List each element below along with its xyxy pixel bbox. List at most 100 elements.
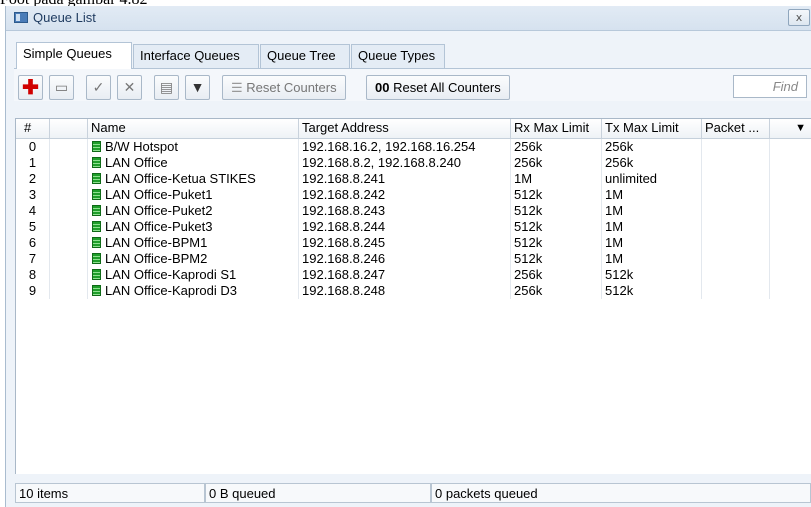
column-header-packet[interactable]: Packet ... (702, 119, 770, 138)
close-icon: ⅹ (795, 12, 803, 24)
enable-button[interactable]: ✓ (86, 75, 111, 100)
disable-button[interactable]: ✕ (117, 75, 142, 100)
table-row[interactable]: 5 LAN Office-Puket3 192.168.8.244 512k 1M (16, 219, 811, 235)
row-name-cell: LAN Office-Puket3 (88, 219, 299, 235)
row-target-address: 192.168.16.2, 192.168.16.254 (299, 139, 511, 155)
tab-interface-queues[interactable]: Interface Queues (133, 44, 259, 68)
window-title: Queue List (33, 10, 96, 25)
row-name-cell: LAN Office-Kaprodi S1 (88, 267, 299, 283)
row-rx-max-limit: 512k (511, 203, 602, 219)
plus-icon: ✚ (22, 77, 39, 99)
row-target-address: 192.168.8.242 (299, 187, 511, 203)
row-name: LAN Office-BPM1 (105, 235, 208, 250)
status-packets-queued: 0 packets queued (431, 483, 811, 503)
row-name-cell: LAN Office-Ketua STIKES (88, 171, 299, 187)
comment-icon: ▤ (159, 79, 174, 95)
row-number: 6 (16, 235, 50, 251)
reset-icon: ☰ (231, 80, 243, 95)
row-name-cell: LAN Office-BPM1 (88, 235, 299, 251)
table-row[interactable]: 4 LAN Office-Puket2 192.168.8.243 512k 1M (16, 203, 811, 219)
table-row[interactable]: 6 LAN Office-BPM1 192.168.8.245 512k 1M (16, 235, 811, 251)
column-header-number[interactable]: # (16, 119, 50, 138)
remove-button[interactable]: ▭ (49, 75, 74, 100)
column-header-flags[interactable] (50, 119, 88, 138)
toolbar: ✚ ▭ ✓ ✕ ▤ ▼ ☰ Reset Counters 00 Reset Al… (14, 68, 811, 101)
comment-button[interactable]: ▤ (154, 75, 179, 100)
simple-queue-icon (92, 189, 101, 200)
row-flags (50, 187, 88, 203)
row-tx-max-limit: 1M (602, 235, 702, 251)
table-header: # Name Target Address Rx Max Limit Tx Ma… (16, 119, 811, 139)
simple-queue-icon (92, 269, 101, 280)
table-row[interactable]: 2 LAN Office-Ketua STIKES 192.168.8.241 1M u… (16, 171, 811, 187)
add-button[interactable]: ✚ (18, 75, 43, 100)
row-flags (50, 219, 88, 235)
simple-queue-icon (92, 205, 101, 216)
row-name-cell: LAN Office (88, 155, 299, 171)
row-name-cell: LAN Office-Puket2 (88, 203, 299, 219)
row-flags (50, 171, 88, 187)
status-item-count: 10 items (15, 483, 205, 503)
row-target-address: 192.168.8.248 (299, 283, 511, 299)
table-row[interactable]: 0 B/W Hotspot 192.168.16.2, 192.168.16.254… (16, 139, 811, 155)
filter-icon: ▼ (190, 79, 205, 95)
row-target-address: 192.168.8.241 (299, 171, 511, 187)
window-icon (14, 12, 28, 23)
row-flags (50, 203, 88, 219)
row-rx-max-limit: 512k (511, 251, 602, 267)
tab-simple-queues[interactable]: Simple Queues (16, 42, 132, 69)
reset-all-counters-button[interactable]: 00 Reset All Counters (366, 75, 510, 100)
simple-queue-icon (92, 173, 101, 184)
table-row[interactable]: 3 LAN Office-Puket1 192.168.8.242 512k 1M (16, 187, 811, 203)
row-packet (702, 219, 770, 235)
column-header-target-address[interactable]: Target Address (299, 119, 511, 138)
find-input[interactable]: Find (733, 75, 807, 98)
cross-icon: ✕ (123, 79, 136, 95)
reset-counters-label: Reset Counters (246, 80, 337, 95)
row-name: LAN Office-Puket3 (105, 219, 213, 234)
row-tx-max-limit: 1M (602, 187, 702, 203)
tab-queue-types[interactable]: Queue Types (351, 44, 445, 68)
row-flags (50, 251, 88, 267)
row-rx-max-limit: 256k (511, 139, 602, 155)
row-packet (702, 139, 770, 155)
close-button[interactable]: ⅹ (788, 9, 810, 26)
row-tx-max-limit: 512k (602, 267, 702, 283)
title-bar: Queue List ⅹ (6, 6, 811, 31)
row-number: 0 (16, 139, 50, 155)
column-header-tx-max-limit[interactable]: Tx Max Limit (602, 119, 702, 138)
row-tx-max-limit: 256k (602, 139, 702, 155)
table-row[interactable]: 8 LAN Office-Kaprodi S1 192.168.8.247 256k 5… (16, 267, 811, 283)
row-number: 4 (16, 203, 50, 219)
row-tx-max-limit: 1M (602, 219, 702, 235)
reset-counters-button[interactable]: ☰ Reset Counters (222, 75, 346, 100)
row-packet (702, 203, 770, 219)
row-packet (702, 235, 770, 251)
table-row[interactable]: 7 LAN Office-BPM2 192.168.8.246 512k 1M (16, 251, 811, 267)
row-flags (50, 235, 88, 251)
row-rx-max-limit: 512k (511, 219, 602, 235)
row-target-address: 192.168.8.247 (299, 267, 511, 283)
row-tx-max-limit: 256k (602, 155, 702, 171)
row-target-address: 192.168.8.244 (299, 219, 511, 235)
row-rx-max-limit: 256k (511, 155, 602, 171)
table-row[interactable]: 9 LAN Office-Kaprodi D3 192.168.8.248 256k 5… (16, 283, 811, 299)
row-packet (702, 187, 770, 203)
column-header-name[interactable]: Name (88, 119, 299, 138)
column-menu[interactable]: ▼ (770, 119, 811, 138)
column-header-rx-max-limit[interactable]: Rx Max Limit (511, 119, 602, 138)
filter-button[interactable]: ▼ (185, 75, 210, 100)
tab-queue-tree[interactable]: Queue Tree (260, 44, 350, 68)
row-number: 5 (16, 219, 50, 235)
row-name-cell: LAN Office-Puket1 (88, 187, 299, 203)
row-flags (50, 267, 88, 283)
simple-queue-icon (92, 141, 101, 152)
row-tx-max-limit: unlimited (602, 171, 702, 187)
row-packet (702, 251, 770, 267)
row-name: B/W Hotspot (105, 139, 178, 154)
row-target-address: 192.168.8.2, 192.168.8.240 (299, 155, 511, 171)
row-target-address: 192.168.8.246 (299, 251, 511, 267)
reset-all-counters-label: Reset All Counters (393, 80, 501, 95)
table-row[interactable]: 1 LAN Office 192.168.8.2, 192.168.8.240 256… (16, 155, 811, 171)
row-name: LAN Office-Kaprodi D3 (105, 283, 237, 298)
